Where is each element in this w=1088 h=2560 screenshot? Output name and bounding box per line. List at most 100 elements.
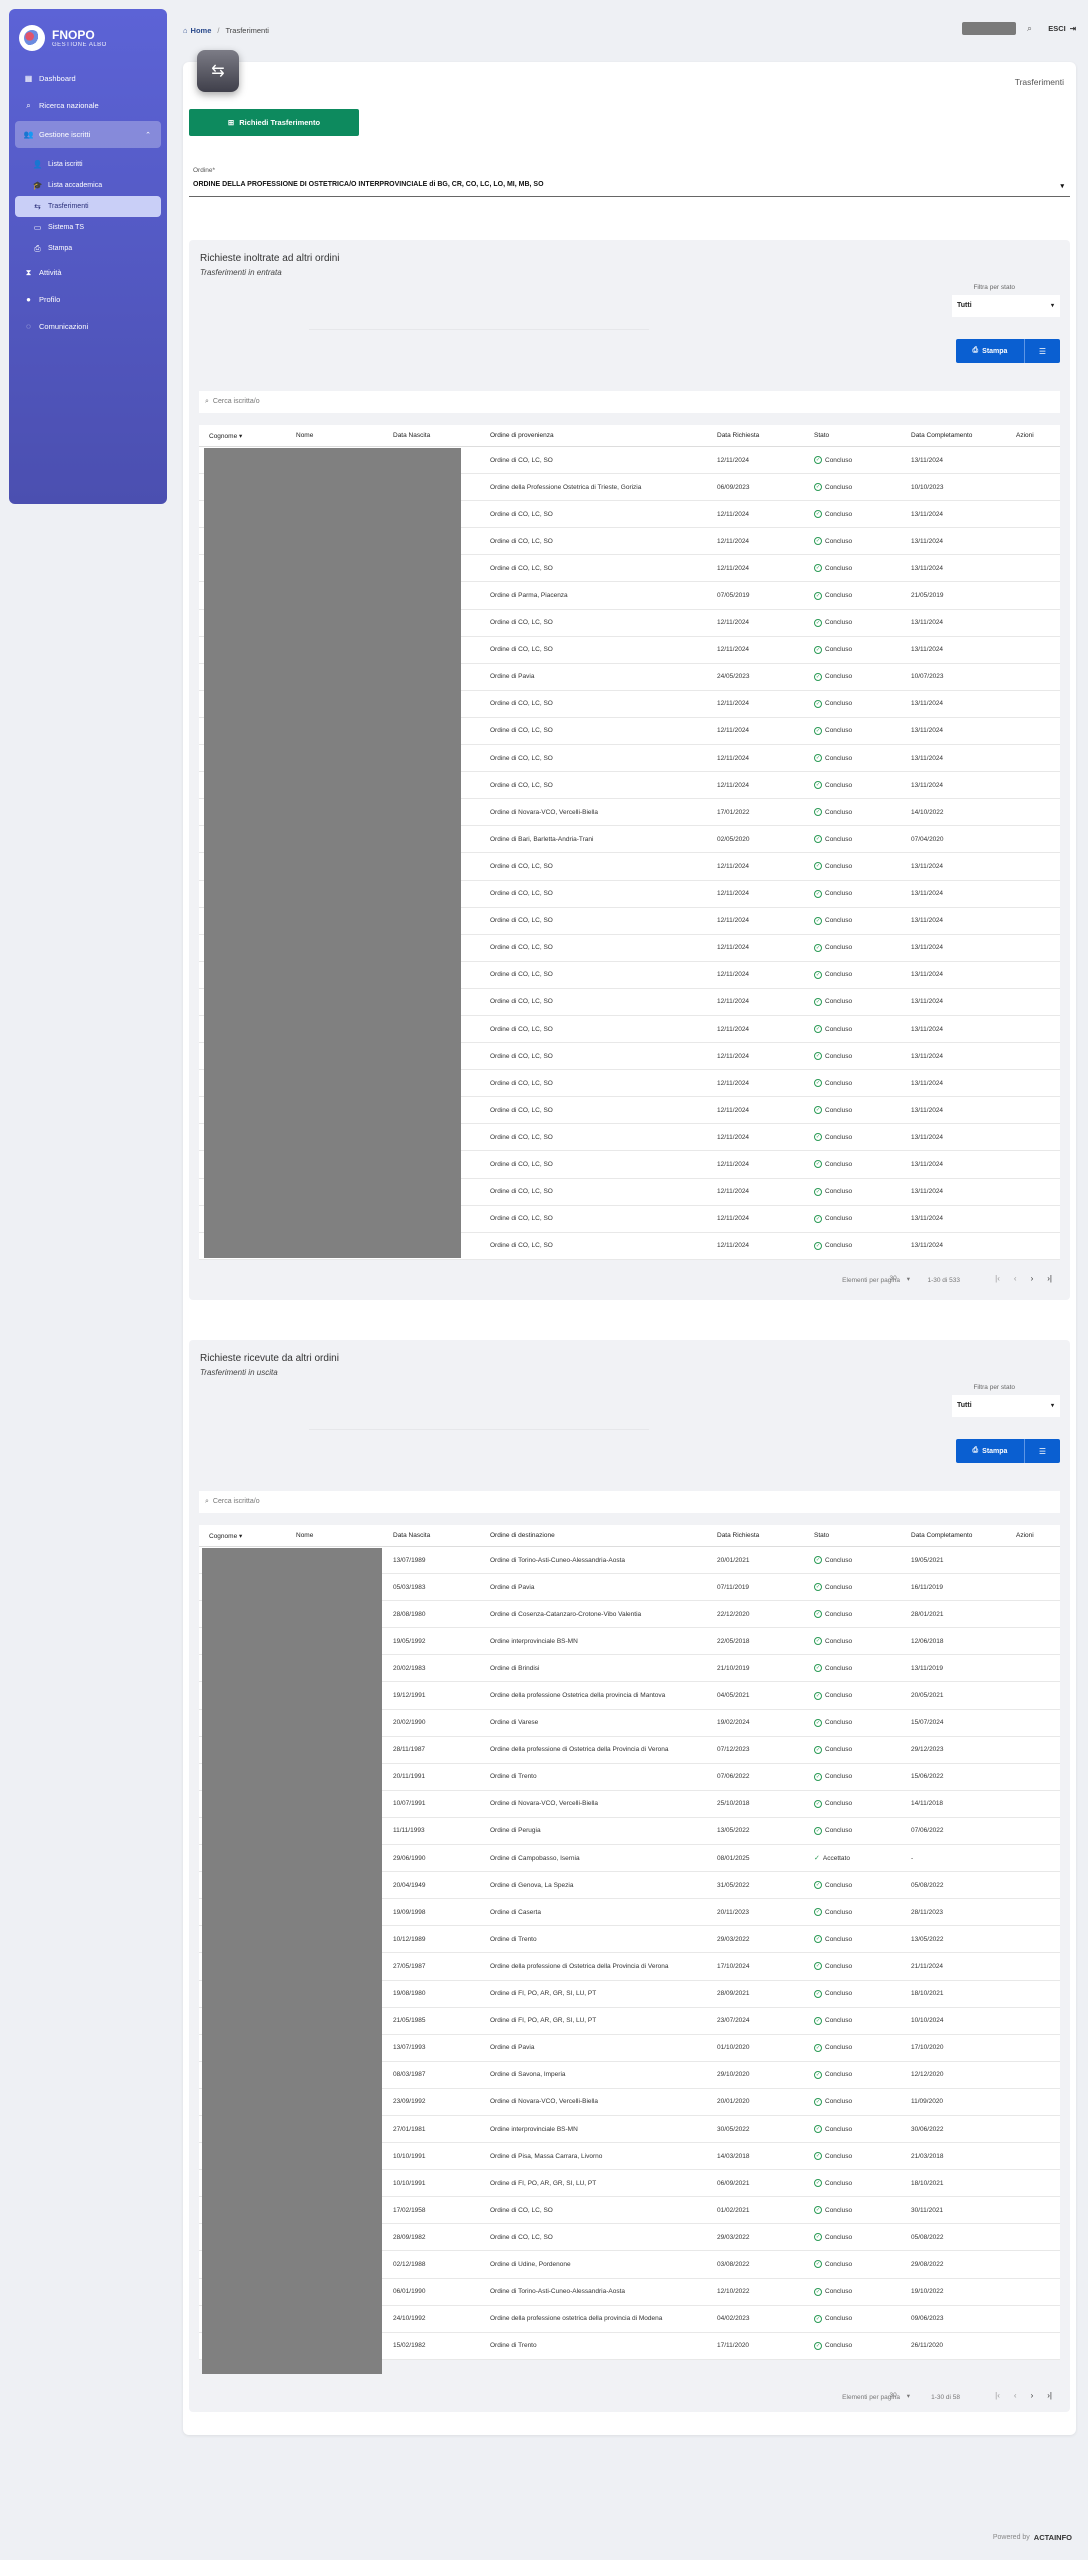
- sidebar-item-dashboard[interactable]: ▦ Dashboard: [15, 65, 161, 92]
- cell-data-richiesta: 12/11/2024: [717, 1160, 750, 1168]
- col-data-nascita[interactable]: Data Nascita: [393, 432, 490, 439]
- cell-data-richiesta: 12/11/2024: [717, 1188, 750, 1196]
- cell-data-richiesta: 01/02/2021: [717, 2206, 750, 2214]
- first-page-icon[interactable]: |‹: [995, 2391, 1000, 2400]
- search-icon: ⌕: [205, 1498, 209, 1505]
- cell-data-richiesta: 12/11/2024: [717, 998, 750, 1006]
- col-azioni: Azioni: [1016, 432, 1034, 439]
- cell-data-nascita: 10/10/1991: [393, 2179, 426, 2187]
- cell-data-nascita: 28/11/1987: [393, 1746, 426, 1754]
- sidebar-item-label: Lista accademica: [48, 182, 103, 189]
- cell-data-completamento: 10/10/2023: [911, 483, 944, 491]
- cell-data-nascita: 10/07/1991: [393, 1800, 426, 1808]
- col-data-nascita[interactable]: Data Nascita: [393, 1532, 490, 1539]
- breadcrumb-home[interactable]: ⌂ Home: [183, 26, 211, 35]
- check-circle-icon: ✓: [814, 1691, 822, 1700]
- cell-data-completamento: 13/11/2024: [911, 619, 944, 627]
- breadcrumb: ⌂ Home / Trasferimenti ⌕ ESCI ⇥: [183, 22, 1076, 38]
- col-stato[interactable]: Stato: [814, 1532, 911, 1539]
- next-page-icon[interactable]: ›: [1031, 2391, 1034, 2400]
- cell-ordine: Ordine di Pavia: [490, 1583, 535, 1591]
- cell-ordine: Ordine della professione di Ostetrica de…: [490, 1962, 669, 1970]
- search-input[interactable]: ⌕ Cerca iscritta/o: [199, 391, 1060, 413]
- cell-stato: ✓ Concluso: [814, 2016, 853, 2025]
- sidebar-item-ricerca[interactable]: ⌕ Ricerca nazionale: [15, 92, 161, 119]
- cell-data-completamento: 13/11/2024: [911, 537, 944, 545]
- sidebar-item-sistema-ts[interactable]: ▭ Sistema TS: [15, 217, 161, 238]
- cell-data-richiesta: 29/03/2022: [717, 1935, 750, 1943]
- col-stato[interactable]: Stato: [814, 432, 911, 439]
- print-button-group[interactable]: ⎙ Stampa ☰: [956, 1439, 1060, 1463]
- cell-stato: ✓ Concluso: [814, 1160, 853, 1169]
- col-ordine[interactable]: Ordine di provenienza: [490, 432, 717, 439]
- search-input[interactable]: ⌕ Cerca iscritta/o: [199, 1491, 1060, 1513]
- cell-stato: ✓ Concluso: [814, 1106, 853, 1115]
- cell-data-richiesta: 12/11/2024: [717, 944, 750, 952]
- cell-data-completamento: 14/10/2022: [911, 808, 944, 816]
- cell-stato: ✓ Concluso: [814, 2233, 853, 2242]
- divider: [309, 1429, 649, 1430]
- sidebar-item-gestione-iscritti[interactable]: 👥 Gestione iscritti ⌃: [15, 121, 161, 148]
- brand[interactable]: FNOPO GESTIONE ALBO: [15, 19, 161, 65]
- sidebar-item-comunicazioni[interactable]: ◌ Comunicazioni: [15, 313, 161, 340]
- col-cognome[interactable]: Cognome ▾: [199, 1532, 296, 1540]
- actainfo-logo[interactable]: ACTAINFO: [1034, 2533, 1072, 2542]
- cell-data-richiesta: 12/11/2024: [717, 619, 750, 627]
- ordine-select[interactable]: ORDINE DELLA PROFESSIONE DI OSTETRICA/O …: [189, 177, 1070, 197]
- print-button[interactable]: ⎙ Stampa: [956, 339, 1024, 363]
- cell-data-completamento: 21/11/2024: [911, 1962, 944, 1970]
- next-page-icon[interactable]: ›: [1031, 1274, 1034, 1283]
- sidebar-item-stampa[interactable]: ⎙ Stampa: [15, 238, 161, 259]
- cell-data-nascita: 27/05/1987: [393, 1962, 426, 1970]
- sidebar-item-lista-accademica[interactable]: 🎓 Lista accademica: [15, 175, 161, 196]
- search-icon[interactable]: ⌕: [1027, 23, 1032, 34]
- cell-data-completamento: 10/07/2023: [911, 673, 944, 681]
- col-cognome[interactable]: Cognome ▾: [199, 432, 296, 440]
- first-page-icon[interactable]: |‹: [995, 1274, 1000, 1283]
- cell-data-completamento: 13/11/2024: [911, 564, 944, 572]
- page-range: 1-30 di 58: [931, 2394, 960, 2401]
- sidebar-item-profilo[interactable]: ● Profilo: [15, 286, 161, 313]
- logout-button[interactable]: ESCI ⇥: [1048, 24, 1076, 33]
- cell-ordine: Ordine di Genova, La Spezia: [490, 1881, 574, 1889]
- col-nome[interactable]: Nome: [296, 1532, 393, 1539]
- check-circle-icon: ✓: [814, 1583, 822, 1592]
- cell-data-nascita: 13/07/1989: [393, 1556, 426, 1564]
- cell-stato: ✓ Concluso: [814, 1799, 853, 1808]
- col-data-richiesta[interactable]: Data Richiesta: [717, 1532, 814, 1539]
- sidebar-item-label: Trasferimenti: [48, 203, 89, 210]
- sidebar-item-attivita[interactable]: ⧗ Attività: [15, 259, 161, 286]
- last-page-icon[interactable]: ›|: [1047, 1274, 1052, 1283]
- col-ordine[interactable]: Ordine di destinazione: [490, 1532, 717, 1539]
- column-settings-button[interactable]: ☰: [1024, 1439, 1060, 1463]
- check-circle-icon: ✓: [814, 2287, 822, 2296]
- status-filter-select[interactable]: Tutti ▾: [952, 295, 1060, 317]
- per-page-select[interactable]: 30 ▾: [890, 1275, 911, 1283]
- print-button[interactable]: ⎙ Stampa: [956, 1439, 1024, 1463]
- per-page-select[interactable]: 30 ▾: [890, 2392, 911, 2400]
- cell-ordine: Ordine di Cosenza-Catanzaro-Crotone-Vibo…: [490, 1610, 642, 1618]
- col-nome[interactable]: Nome: [296, 432, 393, 439]
- transfer-icon: ⇆: [197, 50, 239, 92]
- cell-stato: ✓ Concluso: [814, 1745, 853, 1754]
- col-data-completamento[interactable]: Data Completamento: [911, 432, 1016, 439]
- check-circle-icon: ✓: [814, 1025, 822, 1034]
- col-data-richiesta[interactable]: Data Richiesta: [717, 432, 814, 439]
- last-page-icon[interactable]: ›|: [1047, 2391, 1052, 2400]
- check-circle-icon: ✓: [814, 970, 822, 979]
- sidebar-item-trasferimenti[interactable]: ⇆ Trasferimenti: [15, 196, 161, 217]
- cell-stato: ✓ Concluso: [814, 970, 853, 979]
- request-transfer-button[interactable]: ⊞ Richiedi Trasferimento: [189, 109, 359, 136]
- sidebar-item-lista-iscritti[interactable]: 👤 Lista iscritti: [15, 154, 161, 175]
- prev-page-icon[interactable]: ‹: [1014, 2391, 1017, 2400]
- status-filter-select[interactable]: Tutti ▾: [952, 1395, 1060, 1417]
- print-button-group[interactable]: ⎙ Stampa ☰: [956, 339, 1060, 363]
- col-data-completamento[interactable]: Data Completamento: [911, 1532, 1016, 1539]
- cell-ordine: Ordine di CO, LC, SO: [490, 1079, 553, 1087]
- column-settings-button[interactable]: ☰: [1024, 339, 1060, 363]
- cell-data-richiesta: 28/09/2021: [717, 1990, 750, 1998]
- cell-stato: ✓ Concluso: [814, 1881, 853, 1890]
- cell-data-richiesta: 25/10/2018: [717, 1800, 750, 1808]
- prev-page-icon[interactable]: ‹: [1014, 1274, 1017, 1283]
- cell-stato: ✓ Concluso: [814, 1079, 853, 1088]
